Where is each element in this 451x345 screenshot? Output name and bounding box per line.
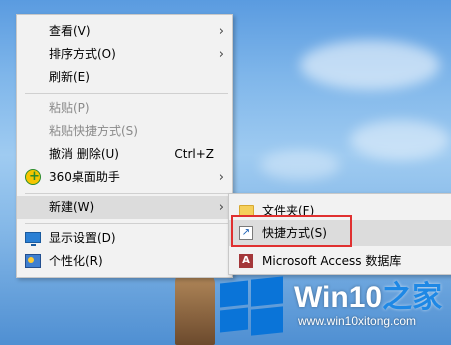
menu-item-label: 粘贴(P) [49, 101, 90, 115]
menu-item-sort-by[interactable]: 排序方式(O) › [17, 43, 232, 66]
watermark-title-accent: 之家 [382, 281, 443, 314]
personalize-icon [25, 254, 41, 268]
menu-item-label: 个性化(R) [49, 254, 103, 268]
chevron-right-icon: › [218, 47, 224, 62]
cloud-decoration [300, 40, 440, 90]
menu-item-display-settings[interactable]: 显示设置(D) [17, 227, 232, 250]
menu-separator [25, 93, 228, 94]
menu-item-label: 排序方式(O) [49, 47, 116, 61]
watermark: Win10之家 www.win10xitong.com [212, 262, 451, 345]
chevron-right-icon: › [218, 200, 224, 215]
display-settings-icon [25, 232, 41, 246]
watermark-url: www.win10xitong.com [298, 314, 417, 328]
chevron-right-icon: › [218, 24, 224, 39]
menu-item-label: 查看(V) [49, 24, 91, 38]
menu-item-new[interactable]: 新建(W) › [17, 196, 232, 219]
cloud-decoration [260, 150, 340, 180]
chevron-right-icon: › [218, 170, 224, 185]
windows-logo-icon [220, 276, 284, 336]
menu-item-undo-delete[interactable]: 撤消 删除(U) Ctrl+Z [17, 143, 232, 166]
menu-item-view[interactable]: 查看(V) › [17, 20, 232, 43]
rock-formation [175, 270, 215, 345]
watermark-title: Win10之家 [294, 272, 442, 316]
cloud-decoration [350, 120, 450, 160]
menu-item-label: 粘贴快捷方式(S) [49, 124, 138, 138]
menu-item-label: 刷新(E) [49, 70, 90, 84]
menu-item-label: 显示设置(D) [49, 231, 116, 245]
menu-separator [25, 223, 228, 224]
menu-item-personalize[interactable]: 个性化(R) [17, 250, 232, 273]
menu-separator [25, 193, 228, 194]
360-icon [25, 165, 41, 188]
menu-item-refresh[interactable]: 刷新(E) [17, 66, 232, 89]
menu-item-paste[interactable]: 粘贴(P) [17, 97, 232, 120]
desktop-context-menu: 查看(V) › 排序方式(O) › 刷新(E) 粘贴(P) 粘贴快捷方式(S) … [16, 14, 233, 278]
menu-item-paste-shortcut[interactable]: 粘贴快捷方式(S) [17, 120, 232, 143]
menu-item-shortcut: Ctrl+Z [174, 147, 214, 161]
menu-item-label: 360桌面助手 [49, 170, 120, 184]
menu-item-label: 撤消 删除(U) [49, 147, 119, 161]
annotation-highlight-box [231, 215, 352, 247]
menu-item-label: 新建(W) [49, 200, 95, 214]
menu-item-360-assistant[interactable]: 360桌面助手 › [17, 165, 232, 189]
watermark-title-main: Win10 [294, 281, 383, 314]
